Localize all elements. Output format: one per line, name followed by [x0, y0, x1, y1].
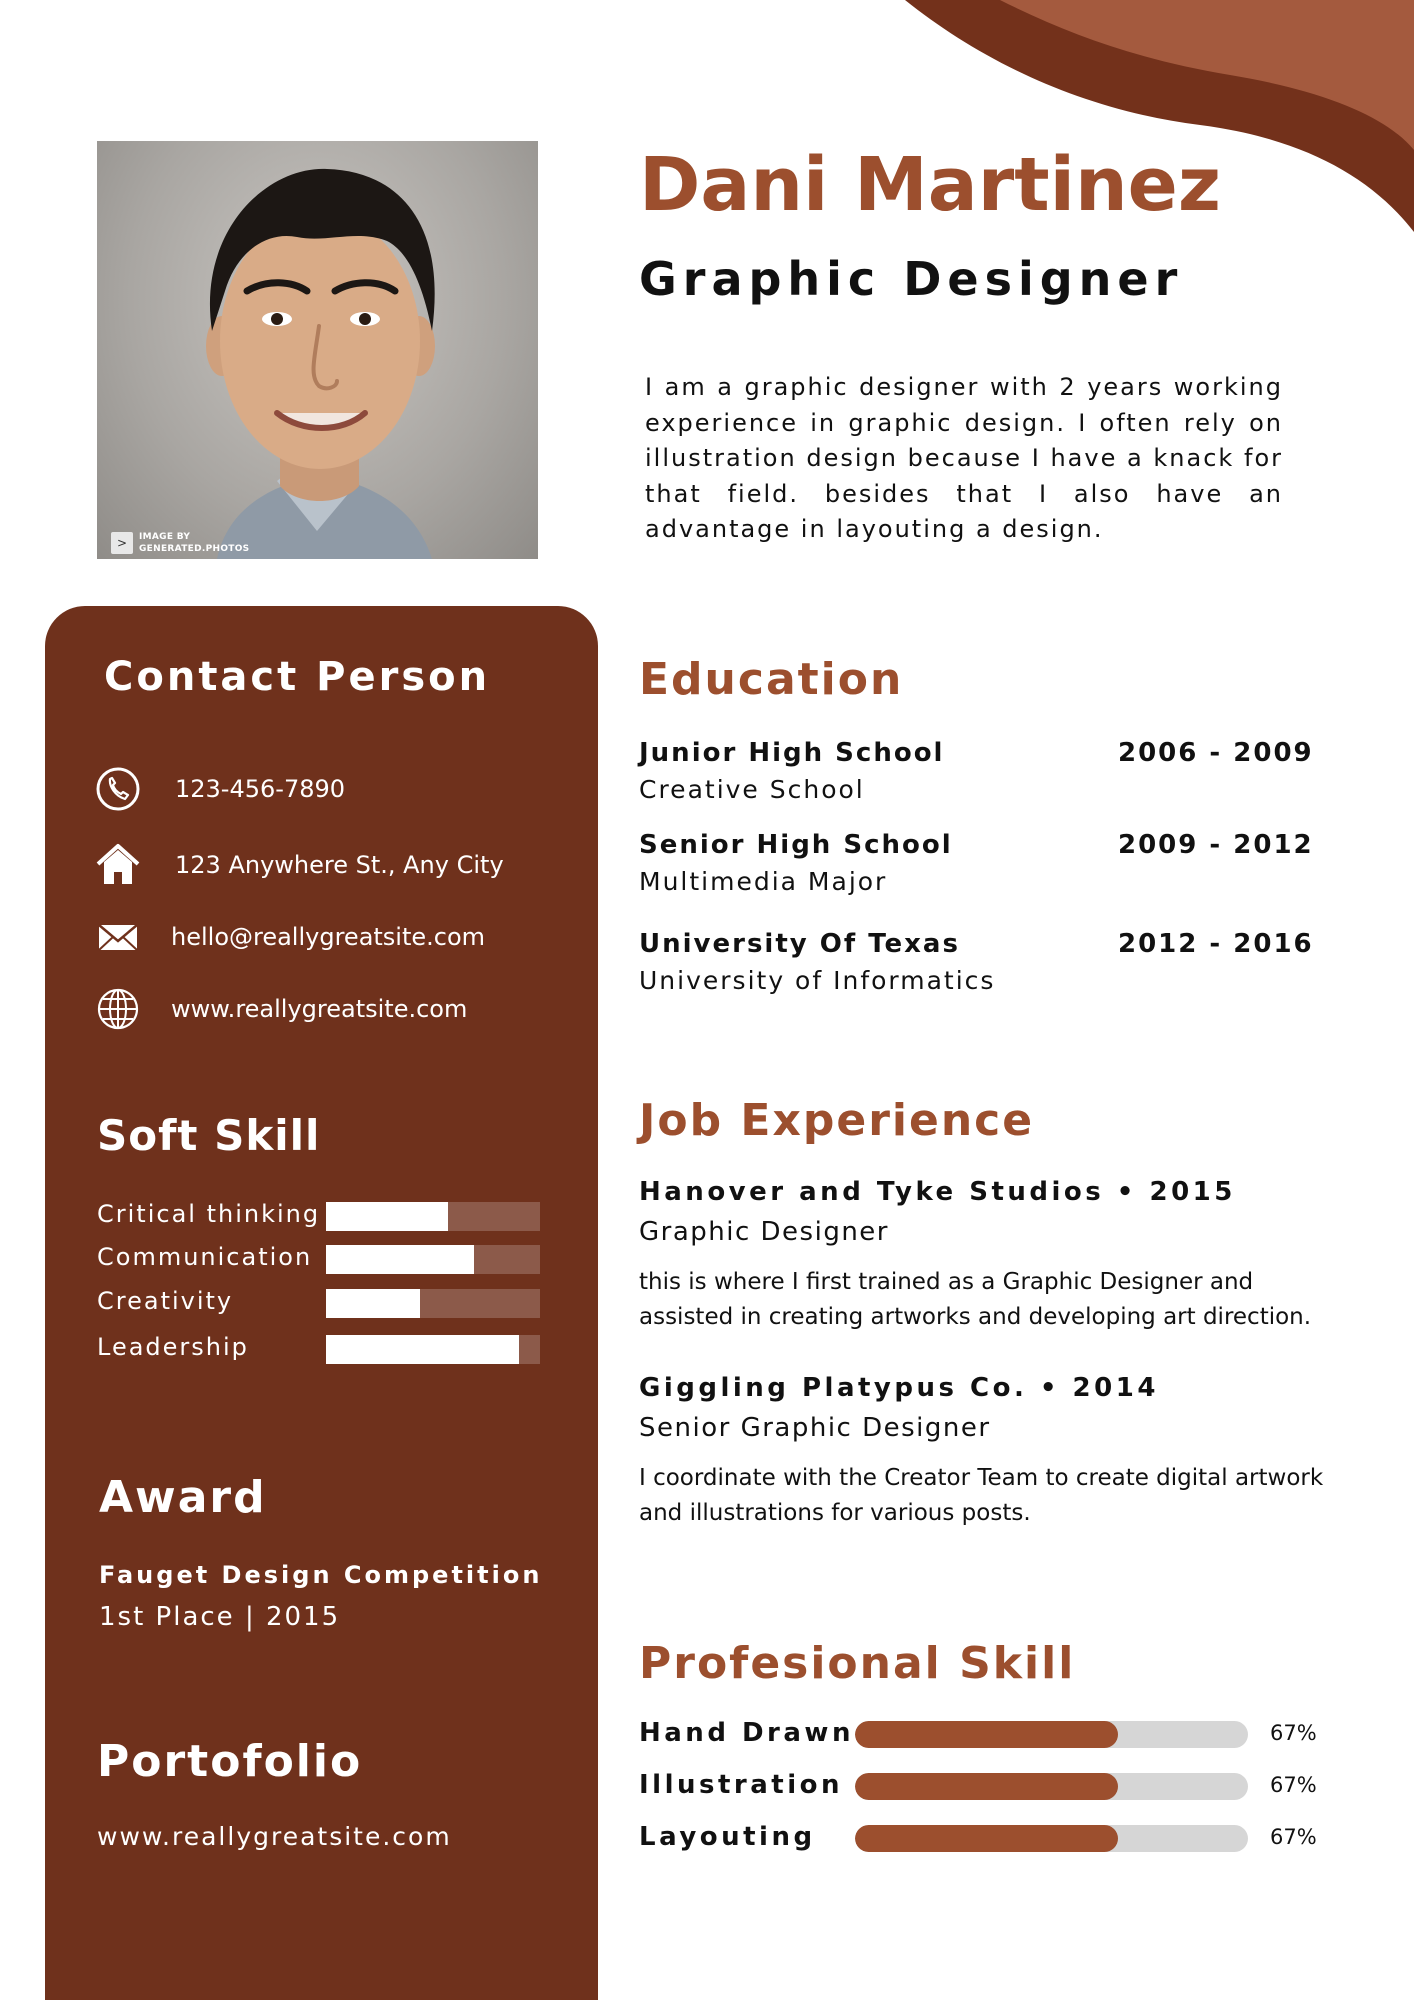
- watermark-arrow-icon: >: [111, 532, 133, 554]
- home-icon: [95, 842, 141, 888]
- education-school: Junior High School: [639, 738, 945, 768]
- soft-skill-fill: [326, 1245, 474, 1274]
- job-company: Giggling Platypus Co. • 2014: [639, 1373, 1159, 1403]
- contact-email[interactable]: hello@reallygreatsite.com: [95, 914, 485, 960]
- globe-icon: [95, 986, 141, 1032]
- soft-skill-title: Soft Skill: [97, 1111, 321, 1160]
- education-school: University Of Texas: [639, 929, 960, 959]
- portrait-illustration: [206, 168, 435, 559]
- soft-skill-bar: [326, 1289, 540, 1318]
- professional-skill-row: Illustration 67%: [639, 1770, 1339, 1802]
- mail-icon: [95, 914, 141, 960]
- job-description: this is where I first trained as a Graph…: [639, 1269, 1312, 1330]
- award-detail: 1st Place | 2015: [99, 1602, 341, 1632]
- job-description: I coordinate with the Creator Team to cr…: [639, 1465, 1324, 1526]
- professional-skill-row: Hand Drawn 67%: [639, 1718, 1339, 1750]
- contact-website-text[interactable]: www.reallygreatsite.com: [171, 995, 467, 1023]
- contact-address-text: 123 Anywhere St., Any City: [175, 851, 504, 879]
- soft-skill-row: Leadership: [97, 1333, 557, 1364]
- profile-photo: > IMAGE BY GENERATED.PHOTOS: [97, 141, 538, 559]
- contact-phone: 123-456-7890: [95, 766, 345, 812]
- soft-skill-bar: [326, 1202, 540, 1231]
- education-title: Education: [639, 654, 904, 705]
- job-position: Graphic Designer: [639, 1217, 889, 1247]
- contact-phone-text: 123-456-7890: [175, 775, 346, 803]
- professional-skill-fill: [855, 1825, 1119, 1852]
- soft-skill-label: Creativity: [97, 1287, 234, 1315]
- professional-skill-percent: 67%: [1270, 1773, 1317, 1797]
- job-position: Senior Graphic Designer: [639, 1413, 991, 1443]
- contact-email-text[interactable]: hello@reallygreatsite.com: [171, 923, 485, 951]
- education-detail: University of Informatics: [639, 966, 996, 995]
- soft-skill-label: Leadership: [97, 1333, 249, 1361]
- education-years: 2012 - 2016: [1118, 929, 1314, 959]
- professional-skill-label: Hand Drawn: [639, 1718, 854, 1748]
- education-detail: Creative School: [639, 775, 865, 804]
- person-name: Dani Martinez: [639, 142, 1221, 228]
- professional-skill-bar: [855, 1825, 1248, 1852]
- sidebar: Contact Person 123-456-7890 123 Anywhere…: [45, 606, 598, 2000]
- education-school: Senior High School: [639, 830, 953, 860]
- soft-skill-label: Critical thinking: [97, 1200, 321, 1228]
- professional-skill-label: Illustration: [639, 1770, 843, 1800]
- award-name: Fauget Design Competition: [99, 1561, 543, 1589]
- award-title: Award: [99, 1472, 267, 1523]
- education-detail: Multimedia Major: [639, 867, 888, 896]
- contact-title: Contact Person: [104, 654, 491, 700]
- professional-skill-title: Profesional Skill: [639, 1638, 1076, 1689]
- soft-skill-fill: [326, 1202, 448, 1231]
- person-title: Graphic Designer: [639, 252, 1184, 306]
- contact-website[interactable]: www.reallygreatsite.com: [95, 986, 467, 1032]
- professional-skill-row: Layouting 67%: [639, 1822, 1339, 1854]
- soft-skill-label: Communication: [97, 1243, 313, 1271]
- professional-skill-label: Layouting: [639, 1822, 816, 1852]
- professional-skill-bar: [855, 1773, 1248, 1800]
- professional-skill-fill: [855, 1721, 1119, 1748]
- job-experience-title: Job Experience: [639, 1095, 1035, 1146]
- job-item: Hanover and Tyke Studios • 2015 Graphic …: [639, 1177, 1339, 1335]
- education-years: 2009 - 2012: [1118, 830, 1314, 860]
- soft-skill-fill: [326, 1335, 519, 1364]
- education-years: 2006 - 2009: [1118, 738, 1314, 768]
- professional-skill-bar: [855, 1721, 1248, 1748]
- portfolio-link[interactable]: www.reallygreatsite.com: [97, 1822, 452, 1851]
- professional-skill-percent: 67%: [1270, 1825, 1317, 1849]
- professional-skill-fill: [855, 1773, 1119, 1800]
- watermark-text: IMAGE BY GENERATED.PHOTOS: [139, 532, 250, 554]
- contact-address: 123 Anywhere St., Any City: [95, 842, 504, 888]
- soft-skill-bar: [326, 1335, 540, 1364]
- professional-skill-percent: 67%: [1270, 1721, 1317, 1745]
- job-company: Hanover and Tyke Studios • 2015: [639, 1177, 1236, 1207]
- soft-skill-row: Communication: [97, 1243, 557, 1274]
- portfolio-title: Portofolio: [97, 1736, 363, 1787]
- profile-summary: I am a graphic designer with 2 years wor…: [645, 373, 1283, 543]
- soft-skill-row: Critical thinking: [97, 1200, 557, 1231]
- job-item: Giggling Platypus Co. • 2014 Senior Grap…: [639, 1373, 1339, 1531]
- soft-skill-row: Creativity: [97, 1287, 557, 1318]
- phone-icon: [95, 766, 141, 812]
- photo-watermark: > IMAGE BY GENERATED.PHOTOS: [111, 531, 249, 555]
- soft-skill-bar: [326, 1245, 540, 1274]
- soft-skill-fill: [326, 1289, 421, 1318]
